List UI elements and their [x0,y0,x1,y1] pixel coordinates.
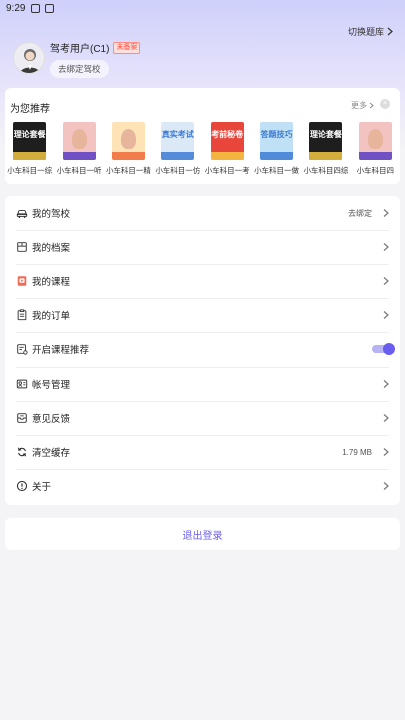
menu-item-label: 清空缓存 [32,448,71,459]
menu-item-label: 我的课程 [32,277,71,288]
recommend-item-label: 小车科目一做 [254,166,300,175]
menu-item-value: 1.79 MB [342,447,372,457]
info-icon [16,480,28,492]
chevron-right-icon [383,380,389,388]
course-cover-image: 理论套餐 [309,122,343,160]
menu-item-label: 开启课程推荐 [32,345,90,356]
course-cover-text: 考前秘卷 [211,130,244,139]
recommend-item[interactable]: 真实考试小车科目一仿 [153,122,202,176]
recommend-icon [17,344,28,355]
recommend-item[interactable]: 答题技巧小车科目一做 [252,122,301,176]
recommend-item-label: 小车科目一听 [56,166,102,175]
settings-menu: 我的驾校 去绑定我的档案我的课程我的订单开启课程推荐 帐号管理意见反馈清空缓存 1.7… [5,196,400,505]
recommend-item-label: 小车科目一考 [204,166,250,175]
switch-question-bank-link[interactable]: 切换题库 [348,25,393,38]
menu-item-recommend[interactable]: 开启课程推荐 [5,332,400,366]
course-cover-image: 真实考试 [161,122,195,160]
car-icon [16,209,28,219]
course-cover-text: 理论套餐 [13,130,46,139]
recommend-title: 为您推荐 [10,104,50,115]
chevron-right-icon [383,311,389,319]
chevron-right-icon [383,277,389,285]
course-cover-image [358,122,392,160]
recommend-item[interactable]: 小车科目一精 [104,122,153,176]
menu-item-car[interactable]: 我的驾校 去绑定 [5,196,400,230]
recommend-list: 理论套餐 小车科目一综 小车科目一听 小车科目一精 真实考试 小车科目一仿 考前秘卷 小车科目… [5,122,400,176]
logout-button[interactable]: 退出登录 [5,518,400,550]
menu-item-feedback[interactable]: 意见反馈 [5,401,400,435]
menu-item-value: 去绑定 [348,208,372,218]
close-icon[interactable]: × [380,99,390,109]
chevron-right-icon [383,243,389,251]
status-bar: 9:29 [0,0,405,16]
recommend-item[interactable]: 小车科目四 [351,122,400,176]
course-cover-text: 理论套餐 [309,130,342,139]
menu-item-info[interactable]: 关于 [5,469,400,503]
recommend-item-label: 小车科目一仿 [155,166,201,175]
menu-item-label: 关于 [32,482,52,493]
username: 驾考用户(C1) [50,44,110,55]
status-badge: 未备案 [113,41,141,54]
course-cover-text: 答题技巧 [260,130,293,139]
recommend-item-label: 小车科目一精 [105,166,151,175]
course-cover-image [111,122,145,160]
chevron-right-icon [387,27,393,36]
recommend-more-link[interactable]: 更多 [351,100,374,111]
chevron-right-icon [369,102,374,109]
menu-item-order[interactable]: 我的订单 [5,298,400,332]
recommend-item-label: 小车科目四综 [303,166,349,175]
account-icon [16,379,28,389]
menu-item-label: 我的驾校 [32,209,71,220]
recommend-more-label: 更多 [351,101,367,110]
recommend-item[interactable]: 小车科目一听 [54,122,103,176]
feedback-icon [17,413,27,423]
chevron-right-icon [383,482,389,490]
course-recommend-toggle[interactable] [372,343,395,355]
recommend-item-label: 小车科目四 [356,166,395,175]
refresh-icon [18,447,26,457]
chevron-right-icon [383,414,389,422]
recommend-item[interactable]: 理论套餐小车科目四综 [301,122,350,176]
order-icon [17,309,27,321]
chevron-right-icon [383,209,389,217]
bind-school-button[interactable]: 去绑定驾校 [50,60,109,78]
notification-icon [31,3,41,13]
menu-item-archive[interactable]: 我的档案 [5,230,400,264]
user-info: 驾考用户(C1) 未备案 [50,40,141,55]
menu-item-refresh[interactable]: 清空缓存 1.79 MB [5,435,400,469]
course-icon [17,276,27,286]
course-cover-image [62,122,96,160]
recommend-item[interactable]: 理论套餐小车科目一综 [5,122,54,176]
recommend-item-label: 小车科目一综 [7,166,53,175]
menu-item-label: 我的订单 [32,311,71,322]
switch-question-bank-label: 切换题库 [347,27,384,37]
menu-item-label: 我的档案 [32,243,71,254]
status-time: 9:29 [6,2,26,14]
menu-item-label: 帐号管理 [32,380,71,391]
menu-item-course[interactable]: 我的课程 [5,264,400,298]
menu-item-account[interactable]: 帐号管理 [5,367,400,401]
chevron-right-icon [383,448,389,456]
recommend-section: 为您推荐 更多 × 理论套餐 小车科目一综 小车科目一听 小车科目一精 真实考试 小车科目… [5,88,400,184]
avatar[interactable] [13,42,45,74]
course-cover-image: 理论套餐 [13,122,47,160]
archive-icon [17,242,27,252]
course-cover-text: 真实考试 [161,130,194,139]
menu-item-label: 意见反馈 [32,414,71,425]
app-icon [45,3,55,13]
course-cover-image: 考前秘卷 [210,122,244,160]
course-cover-image: 答题技巧 [260,122,294,160]
recommend-item[interactable]: 考前秘卷小车科目一考 [203,122,252,176]
